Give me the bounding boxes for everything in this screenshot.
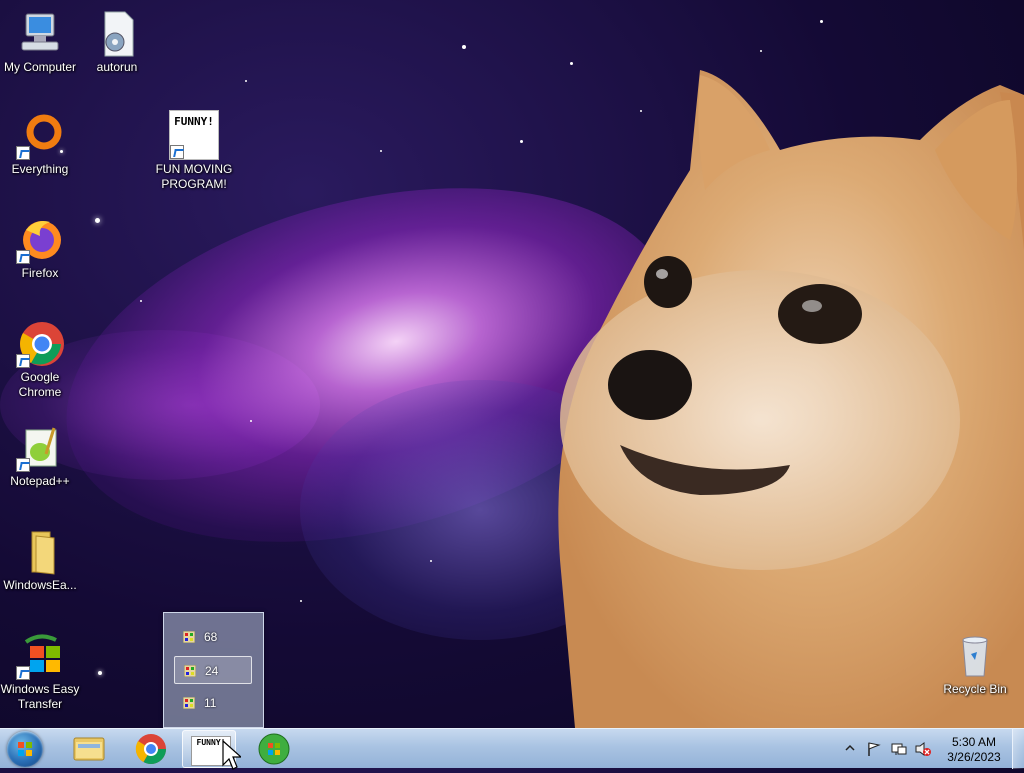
desktop-icon-fun-moving-program[interactable]: FUNNY! FUN MOVING PROGRAM! bbox=[154, 110, 234, 192]
clock-date: 3/26/2023 bbox=[947, 750, 1001, 764]
desktop-icon-label: Google Chrome bbox=[18, 370, 62, 399]
shortcut-arrow-icon bbox=[16, 666, 30, 680]
taskbar-clock[interactable]: 5:30 AM 3/26/2023 bbox=[938, 735, 1010, 765]
window-list-label: 68 bbox=[204, 630, 218, 644]
desktop-icon-my-computer[interactable]: My Computer bbox=[0, 10, 80, 75]
recycle-bin-icon bbox=[951, 632, 999, 680]
desktop-icon-label: WindowsEa... bbox=[3, 578, 77, 592]
desktop-icon-everything[interactable]: Everything bbox=[0, 112, 80, 177]
taskbar-windows-explorer-button[interactable] bbox=[62, 730, 116, 768]
taskbar-window-list-popup: 68 24 11 bbox=[163, 612, 264, 728]
windows-easy-transfer-icon bbox=[16, 632, 64, 680]
program-window-icon bbox=[182, 696, 196, 710]
taskbar-fun-moving-program-button[interactable]: FUNNY! bbox=[182, 730, 241, 770]
shortcut-arrow-icon bbox=[16, 250, 30, 264]
window-list-item[interactable]: 24 bbox=[174, 656, 252, 684]
desktop-icon-label: Firefox bbox=[21, 266, 59, 280]
computer-icon bbox=[16, 10, 64, 58]
desktop-icon-firefox[interactable]: Firefox bbox=[0, 216, 80, 281]
shortcut-arrow-icon bbox=[16, 354, 30, 368]
mouse-cursor-icon bbox=[222, 739, 241, 770]
window-list-item[interactable]: 68 bbox=[174, 623, 252, 651]
network-icon[interactable] bbox=[890, 741, 908, 757]
desktop-icon-label: FUN MOVING PROGRAM! bbox=[155, 162, 233, 191]
desktop-icon-label: Windows Easy Transfer bbox=[0, 682, 80, 711]
everything-search-icon bbox=[16, 112, 64, 160]
desktop-icon-autorun[interactable]: autorun bbox=[77, 10, 157, 75]
taskbar-google-chrome-button[interactable] bbox=[124, 730, 178, 768]
chrome-icon bbox=[135, 734, 166, 765]
settings-file-icon bbox=[93, 10, 141, 58]
show-hidden-icons-chevron-icon[interactable] bbox=[844, 741, 856, 755]
desktop-icon-recycle-bin[interactable]: Recycle Bin bbox=[935, 632, 1015, 697]
program-window-icon bbox=[182, 630, 196, 644]
window-list-item[interactable]: 11 bbox=[174, 689, 252, 717]
folder-icon bbox=[16, 528, 64, 576]
notepad-plus-plus-icon bbox=[16, 424, 64, 472]
folder-icon bbox=[73, 737, 105, 761]
taskbar-windows-media-center-button[interactable] bbox=[247, 730, 301, 768]
desktop-icon-label: Recycle Bin bbox=[943, 682, 1007, 696]
program-window-icon bbox=[183, 664, 197, 678]
desktop-icon-label: autorun bbox=[96, 60, 138, 74]
start-button[interactable] bbox=[7, 731, 43, 767]
funny-thumbnail-icon: FUNNY! bbox=[169, 110, 219, 160]
show-desktop-button[interactable] bbox=[1012, 729, 1024, 769]
desktop-icon-label: Everything bbox=[11, 162, 69, 176]
clock-time: 5:30 AM bbox=[951, 735, 997, 749]
action-center-flag-icon[interactable] bbox=[866, 741, 882, 757]
taskbar: FUNNY! 5:30 AM 3/26/2023 bbox=[0, 728, 1024, 770]
firefox-icon bbox=[16, 216, 64, 264]
shortcut-arrow-icon bbox=[16, 458, 30, 472]
desktop-icon-label: Notepad++ bbox=[10, 474, 70, 488]
volume-muted-icon[interactable] bbox=[914, 741, 932, 757]
desktop-icon-windows-easy-folder[interactable]: WindowsEa... bbox=[0, 528, 80, 593]
desktop-icon-google-chrome[interactable]: Google Chrome bbox=[0, 320, 80, 400]
window-list-label: 24 bbox=[205, 664, 219, 678]
windows-logo-icon bbox=[18, 742, 32, 756]
windows-media-center-icon bbox=[258, 733, 290, 765]
window-list-label: 11 bbox=[204, 696, 217, 710]
shortcut-arrow-icon bbox=[16, 146, 30, 160]
desktop-icon-label: My Computer bbox=[3, 60, 77, 74]
desktop-icon-notepad-plus-plus[interactable]: Notepad++ bbox=[0, 424, 80, 489]
shortcut-arrow-icon bbox=[170, 145, 184, 159]
desktop-icon-windows-easy-transfer[interactable]: Windows Easy Transfer bbox=[0, 632, 80, 712]
chrome-icon bbox=[16, 320, 64, 368]
